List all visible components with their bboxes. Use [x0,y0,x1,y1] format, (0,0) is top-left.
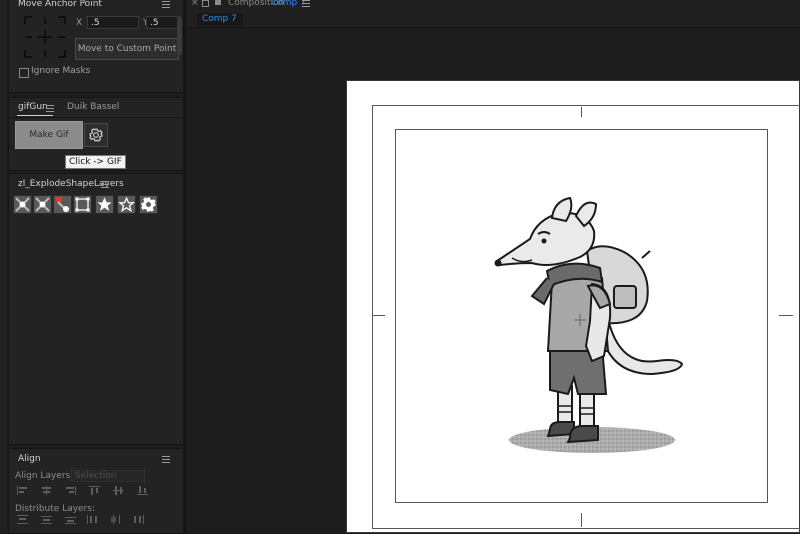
right-center-tick [779,315,793,316]
explode-shape-layers-panel: zl_ExplodeShapeLayers [8,173,184,445]
gifgun-panel: gifGun Duik Bassel Make Gif Click -> GIF [8,97,185,171]
tab-gifgun[interactable]: gifGun [18,102,48,112]
star-filled-button[interactable] [95,195,114,214]
close-icon[interactable]: × [191,0,199,8]
explode-selected-button[interactable] [33,195,52,214]
distribute-bottom-icon[interactable] [65,515,77,524]
composition-menu-icon[interactable] [302,0,310,7]
gear-icon [141,197,156,212]
panel-menu-icon[interactable] [101,181,109,188]
ignore-masks-checkbox[interactable] [19,68,29,78]
star-outline-icon [117,196,136,213]
panel-scrollbar[interactable] [177,17,182,55]
x-value-field[interactable]: .5 [87,16,139,29]
distribute-right-icon[interactable] [133,515,145,524]
comp-sub-tab[interactable]: Comp 7 [197,13,243,25]
align-left-icon[interactable] [17,486,29,495]
settings-button[interactable] [139,195,158,214]
align-vertical-center-icon[interactable] [113,486,125,495]
distribute-horizontal-center-icon[interactable] [111,515,123,524]
make-gif-tooltip: Click -> GIF [65,155,126,169]
move-anchor-point-panel: Move Anchor Point X .5 Y .5 Move to Cust… [8,0,184,93]
comp-canvas[interactable] [346,80,800,533]
panel-menu-icon[interactable] [162,456,170,463]
align-right-icon[interactable] [65,486,77,495]
distribute-layers-label: Distribute Layers: [15,504,96,514]
gear-icon [89,128,103,142]
top-center-tick [581,107,582,117]
tab-divider [9,117,185,118]
make-gif-button[interactable]: Make Gif [15,121,83,149]
explode-mask-icon [56,197,69,212]
align-panel: Align Align Layers to: Selection Distrib… [8,448,184,534]
explode-all-button[interactable] [13,195,32,214]
composition-viewer[interactable] [186,28,800,533]
panel-title: Move Anchor Point [18,0,102,9]
explode-selected-icon [35,197,50,212]
composition-tab-name[interactable]: Comp 7 [271,0,306,8]
move-to-custom-point-button[interactable]: Move to Custom Point [75,38,179,60]
star-filled-icon [97,197,112,211]
left-edge-divider [0,0,7,533]
explode-all-icon [15,197,30,212]
align-top-icon[interactable] [89,486,101,495]
character-illustration[interactable] [492,186,692,456]
composition-header: × Composition Comp 7 Comp 7 [186,0,800,28]
distribute-top-icon[interactable] [17,515,29,524]
anchor-grid-icon[interactable] [24,16,66,58]
tab-menu-icon[interactable] [46,105,54,112]
tab-gifgun-underline [17,115,53,116]
x-label: X [76,18,83,28]
align-layers-to-select[interactable]: Selection [71,470,145,482]
distribute-vertical-center-icon[interactable] [41,515,53,524]
bottom-center-tick [581,513,582,527]
ignore-masks-label: Ignore Masks [31,66,91,76]
panel-menu-icon[interactable] [162,1,170,8]
y-value-field[interactable]: .5 [146,16,180,29]
tab-duik-bassel[interactable]: Duik Bassel [67,102,119,112]
bounding-box-button[interactable] [73,195,92,214]
composition-tab-icon [215,0,221,5]
panel-title: Align [18,454,41,464]
explode-mask-button[interactable] [53,195,72,214]
star-outline-button[interactable] [117,195,136,214]
align-horizontal-center-icon[interactable] [41,486,53,495]
left-center-tick [373,315,385,316]
align-bottom-icon[interactable] [137,486,149,495]
lock-icon[interactable] [202,0,209,7]
bounding-box-icon [75,197,90,212]
gifgun-settings-button[interactable] [84,123,108,147]
distribute-left-icon[interactable] [87,515,99,524]
